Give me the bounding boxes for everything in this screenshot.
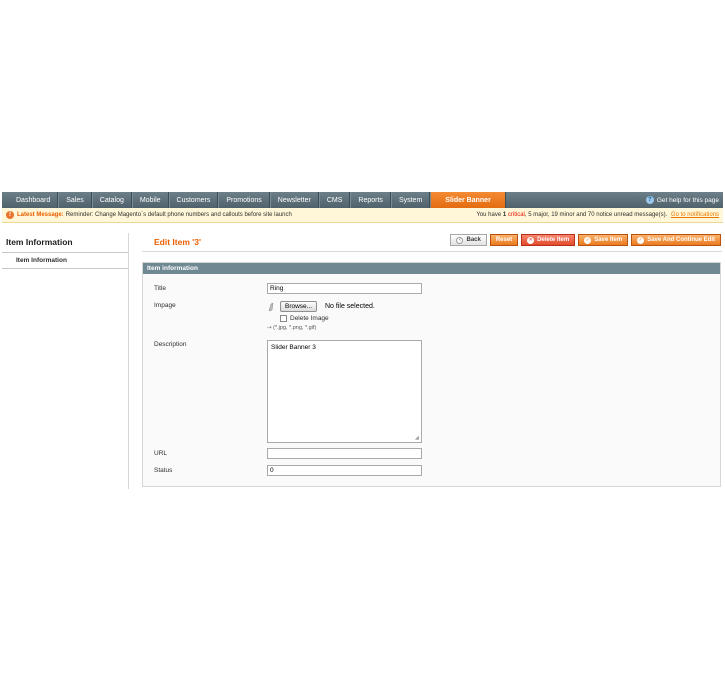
help-link[interactable]: ? Get help for this page: [645, 192, 723, 208]
delete-icon: ✕: [527, 236, 535, 244]
action-buttons: ‹ Back Reset ✕ Delete Item ✓ Save Item ✓…: [450, 234, 721, 246]
delete-button[interactable]: ✕ Delete Item: [521, 234, 576, 246]
image-thumbnail-icon: [267, 302, 277, 312]
reset-button[interactable]: Reset: [489, 234, 519, 246]
delete-label: Delete Item: [537, 237, 570, 243]
sidebar-tab-item-information[interactable]: Item Information: [2, 253, 128, 269]
title-input[interactable]: Ring: [267, 283, 422, 294]
warning-icon: !: [6, 211, 14, 219]
nav-item-mobile[interactable]: Mobile: [131, 192, 169, 208]
status-input[interactable]: 0: [267, 465, 422, 476]
resize-handle-icon[interactable]: ◢: [415, 436, 420, 441]
nav-item-customers[interactable]: Customers: [168, 192, 219, 208]
description-label: Description: [154, 341, 187, 348]
save-button[interactable]: ✓ Save Item: [578, 234, 629, 246]
message-text: Reminder: Change Magento`s default phone…: [65, 212, 292, 218]
url-label: URL: [154, 450, 168, 457]
reset-label: Reset: [495, 237, 513, 243]
status-label: Status: [154, 467, 173, 474]
question-icon: ?: [645, 196, 654, 204]
item-information-fieldset: Item information Title Ring Impage Brows…: [142, 262, 721, 487]
save-label: Save Item: [594, 237, 623, 243]
title-divider: [142, 251, 722, 252]
nav-item-cms[interactable]: CMS: [318, 192, 351, 208]
nav-item-catalog[interactable]: Catalog: [91, 192, 132, 208]
save-continue-button[interactable]: ✓ Save And Continue Edit: [631, 234, 721, 246]
fieldset-title: Item information: [143, 263, 720, 274]
nav-item-sales[interactable]: Sales: [58, 192, 92, 208]
nav-item-slider-banner[interactable]: Slider Banner: [430, 192, 506, 208]
sidebar-title: Item Information: [2, 233, 128, 253]
nav-item-dashboard[interactable]: Dashboard: [2, 192, 59, 208]
message-label: Latest Message:: [17, 212, 64, 218]
save-continue-label: Save And Continue Edit: [647, 237, 715, 243]
delete-image-checkbox[interactable]: [280, 315, 287, 322]
message-bar: ! Latest Message: Reminder: Change Magen…: [2, 208, 723, 223]
no-file-text: No file selected.: [325, 303, 375, 310]
browse-button[interactable]: Browse...: [280, 301, 318, 312]
critical-label: critical: [507, 212, 525, 218]
nav-item-system[interactable]: System: [390, 192, 431, 208]
back-arrow-icon: ‹: [456, 236, 464, 244]
summary-prefix: You have: [476, 212, 502, 218]
description-value: Slider Banner 3: [271, 344, 316, 351]
hint-text: (*.jpg, *.png, *.gif): [273, 325, 317, 331]
notifications-link[interactable]: Go to notifications: [671, 212, 719, 218]
image-label: Impage: [154, 302, 176, 309]
title-label: Title: [154, 285, 167, 292]
message-summary: You have 1 critical, 5 major, 19 minor a…: [476, 212, 719, 218]
checkmark-icon: ✓: [584, 236, 592, 244]
back-label: Back: [466, 237, 481, 243]
description-textarea[interactable]: Slider Banner 3 ◢: [267, 340, 422, 443]
image-hint: ⇢ (*.jpg, *.png, *.gif): [267, 325, 316, 331]
page-title: Edit Item '3': [154, 237, 202, 247]
sidebar: Item Information Item Information: [2, 233, 129, 489]
checkmark-icon: ✓: [637, 236, 645, 244]
url-input[interactable]: [267, 448, 422, 459]
nav-item-newsletter[interactable]: Newsletter: [269, 192, 319, 208]
main-navigation: Dashboard Sales Catalog Mobile Customers…: [2, 192, 723, 208]
back-button[interactable]: ‹ Back: [450, 234, 487, 246]
nav-item-reports[interactable]: Reports: [350, 192, 391, 208]
delete-image-label: Delete Image: [290, 315, 329, 322]
summary-rest: , 5 major, 19 minor and 70 notice unread…: [524, 212, 668, 218]
critical-count: 1: [502, 212, 507, 218]
nav-item-promotions[interactable]: Promotions: [218, 192, 270, 208]
help-text: Get help for this page: [656, 196, 719, 204]
